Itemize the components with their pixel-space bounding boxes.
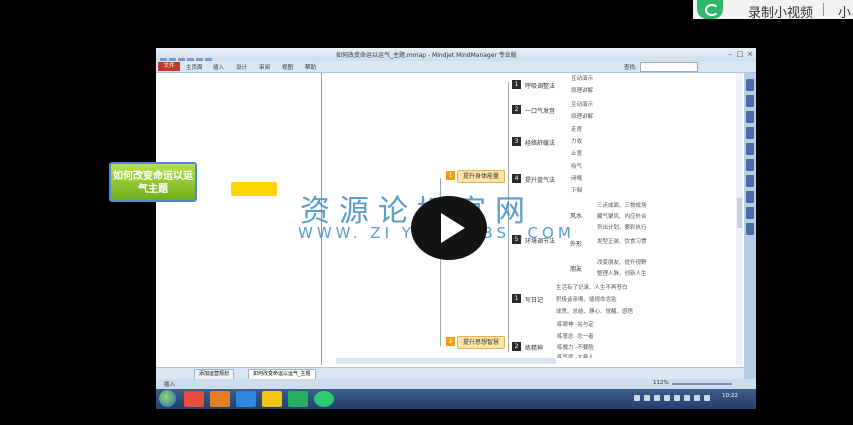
leaf[interactable]: 下咽 (571, 186, 582, 194)
leaf[interactable]: 练眼神 -站与定 (557, 320, 594, 328)
central-topic-title: 如何改变命运以运气主题 (113, 171, 193, 195)
branch-number: 1 (446, 171, 455, 180)
properties-icon[interactable] (746, 207, 754, 219)
styles-icon[interactable] (746, 223, 754, 235)
topic-label: 提升蓝气法 (525, 177, 556, 184)
tab-view[interactable]: 视图 (282, 63, 293, 71)
record-video-label[interactable]: 录制小视频 (748, 2, 813, 21)
tray-icon[interactable] (684, 395, 690, 401)
leaf[interactable]: 原理讲解 (571, 86, 593, 94)
tray-icon[interactable] (674, 395, 680, 401)
leaf[interactable]: 藏气聚风、内应外合 (597, 212, 647, 220)
mindmanager-taskbar-icon[interactable] (210, 391, 230, 407)
topic-label: 经络舒缓法 (525, 140, 556, 147)
leaf[interactable]: 力收 (571, 137, 582, 145)
resources-icon[interactable] (746, 143, 754, 155)
format-icon[interactable] (746, 111, 754, 123)
scroll-thumb[interactable] (737, 198, 742, 228)
task-pane-sidebar (744, 73, 756, 383)
sheet-tabs: 添加运营规划 如何改变命运以运气_主题 (156, 367, 744, 380)
volume-icon[interactable] (694, 395, 700, 401)
zoom-slider[interactable] (672, 383, 732, 385)
topic-label: 练精神 (525, 345, 544, 352)
folder-taskbar-icon[interactable] (262, 391, 282, 407)
wechat-taskbar-icon[interactable] (288, 391, 308, 407)
leaf[interactable]: 成思、总结、静心、觉醒、感悟 (556, 307, 633, 315)
branch-label: 提升思想智慧 (457, 336, 506, 349)
leaf[interactable]: 走肾 (571, 125, 582, 133)
tab-review[interactable]: 审阅 (259, 63, 270, 71)
browser-taskbar-icon[interactable] (236, 391, 256, 407)
quick-access-toolbar (160, 50, 250, 65)
leaf[interactable]: 吸气 (571, 162, 582, 170)
leaf[interactable]: 改变朋友、提升视野 (597, 258, 647, 266)
map-parts-icon[interactable] (746, 159, 754, 171)
leaf[interactable]: 止意 (571, 149, 582, 157)
divider (823, 3, 824, 16)
leaf[interactable]: 练气度 -大量人 (557, 353, 594, 358)
tab-file[interactable]: 文件 (158, 62, 180, 71)
search-icon[interactable] (746, 127, 754, 139)
topic-number: 1 (512, 294, 521, 303)
topic-number: 3 (512, 137, 521, 146)
tray-icon[interactable] (664, 395, 670, 401)
tab-design[interactable]: 设计 (236, 63, 247, 71)
leaf[interactable]: 练魄力 -不要脸 (557, 343, 594, 351)
recorder-taskbar-icon[interactable] (314, 391, 334, 407)
leaf[interactable]: 闭嘴 (571, 174, 582, 182)
app-taskbar-icon[interactable] (184, 391, 204, 407)
topic-number: 1 (512, 80, 521, 89)
branch-label: 提升身体能量 (457, 170, 506, 183)
leaf[interactable]: 发型正装、饮食习惯 (597, 237, 647, 245)
find-label: 查找: (624, 65, 637, 71)
topic-label: 呼吸调整法 (525, 83, 556, 90)
task-info-icon[interactable] (746, 175, 754, 187)
windows-taskbar: 10:22 (156, 389, 756, 409)
status-text: 插入 (164, 382, 176, 388)
tray-icon[interactable] (654, 395, 660, 401)
status-bar: 插入 112% (156, 379, 756, 389)
leaf[interactable]: 积极谈亲嘴、插视命念贴 (556, 295, 617, 303)
tab-home[interactable]: 主页面 (186, 63, 203, 71)
topic-label: 写日记 (525, 297, 544, 304)
branch-number: 2 (446, 337, 455, 346)
topic-label: 一口气发音 (525, 108, 556, 115)
leaf[interactable]: 列出计划、要彩执行 (597, 223, 647, 231)
minimize-button[interactable]: – (726, 50, 734, 58)
zoom-level: 112% (653, 380, 669, 386)
topic-number: 4 (512, 174, 521, 183)
subtopic-fengshui[interactable]: 风水 (570, 211, 582, 220)
topic-number: 2 (512, 342, 521, 351)
library-icon[interactable] (746, 79, 754, 91)
leaf[interactable]: 互动演示 (571, 100, 593, 108)
subtopic-chip[interactable] (231, 182, 277, 196)
leaf[interactable]: 生活有了记录、人生不再苍白 (556, 283, 628, 291)
leaf[interactable]: 练意念 -念一者 (557, 332, 594, 340)
leaf[interactable]: 三点成面、三物成场 (597, 201, 647, 209)
start-button-icon[interactable] (159, 390, 176, 407)
browser-icon[interactable] (746, 191, 754, 203)
window-title: 如何改变命运以运气_主题.mmap - Mindjet MindManager … (336, 52, 517, 59)
leaf[interactable]: 整理人脉、创新人生 (597, 269, 647, 277)
topic-number: 2 (512, 105, 521, 114)
leaf[interactable]: 互动演示 (571, 74, 593, 82)
leaf[interactable]: 原理讲解 (571, 112, 593, 120)
network-icon[interactable] (704, 395, 710, 401)
maximize-button[interactable]: □ (736, 50, 744, 58)
clock: 10:22 (722, 393, 738, 399)
horizontal-scrollbar[interactable] (336, 358, 556, 364)
close-button[interactable]: × (746, 50, 754, 58)
tray-icon[interactable] (644, 395, 650, 401)
recorder-logo-icon[interactable] (697, 0, 723, 19)
find-input[interactable] (640, 62, 698, 72)
tab-insert[interactable]: 插入 (213, 63, 224, 71)
ribbon-tabs: 文件 主页面 插入 设计 审阅 视图 帮助 查找: (156, 61, 756, 73)
tab-help[interactable]: 帮助 (305, 63, 316, 71)
tray-icon[interactable] (634, 395, 640, 401)
play-icon (441, 213, 465, 243)
markers-icon[interactable] (746, 95, 754, 107)
title-bar: 如何改变命运以运气_主题.mmap - Mindjet MindManager … (156, 48, 756, 65)
subtopic-friends[interactable]: 朋友 (570, 264, 582, 273)
record-label-2[interactable]: 小 (838, 2, 853, 21)
